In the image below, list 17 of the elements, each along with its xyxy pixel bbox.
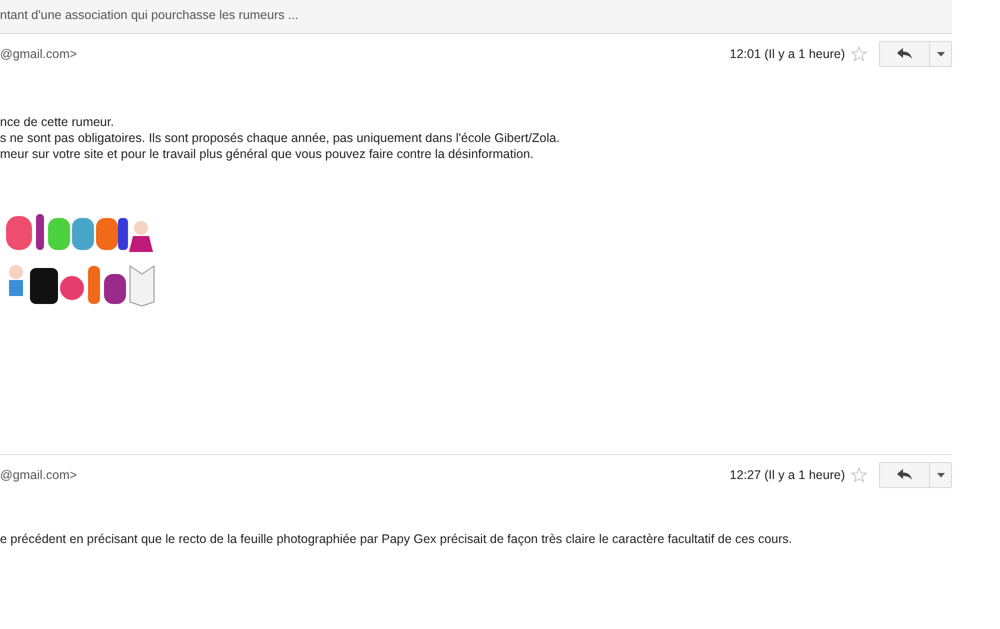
email-subject: ntant d'une association qui pourchasse les rumeurs ... xyxy=(0,8,298,22)
reply-button[interactable] xyxy=(880,463,930,487)
reply-button[interactable] xyxy=(880,42,930,66)
star-icon[interactable] xyxy=(851,46,867,62)
sender-address[interactable]: @gmail.com> xyxy=(0,47,77,61)
caret-icon xyxy=(936,52,944,56)
message-time: 12:27 (Il y a 1 heure) xyxy=(730,468,845,482)
message-text: e précédent en précisant que le recto de la feuille photographiée par Papy Gex précisait de façon très claire le caractère facultatif de ces cours. xyxy=(0,531,794,547)
message-text: s ne sont pas obligatoires. Ils sont proposés chaque année, pas uniquement dans l'école Gibert/Zola. xyxy=(0,130,561,146)
message-text: nce de cette rumeur. xyxy=(0,114,115,130)
star-icon[interactable] xyxy=(851,467,867,483)
message-time: 12:01 (Il y a 1 heure) xyxy=(730,47,845,61)
caret-icon xyxy=(936,472,944,478)
reply-arrow-icon xyxy=(896,469,912,481)
message-text: meur sur votre site et pour le travail plus général que vous pouvez faire contre la désinformation. xyxy=(0,146,535,162)
sender-address[interactable]: @gmail.com> xyxy=(0,468,77,482)
reply-arrow-icon xyxy=(896,48,912,60)
